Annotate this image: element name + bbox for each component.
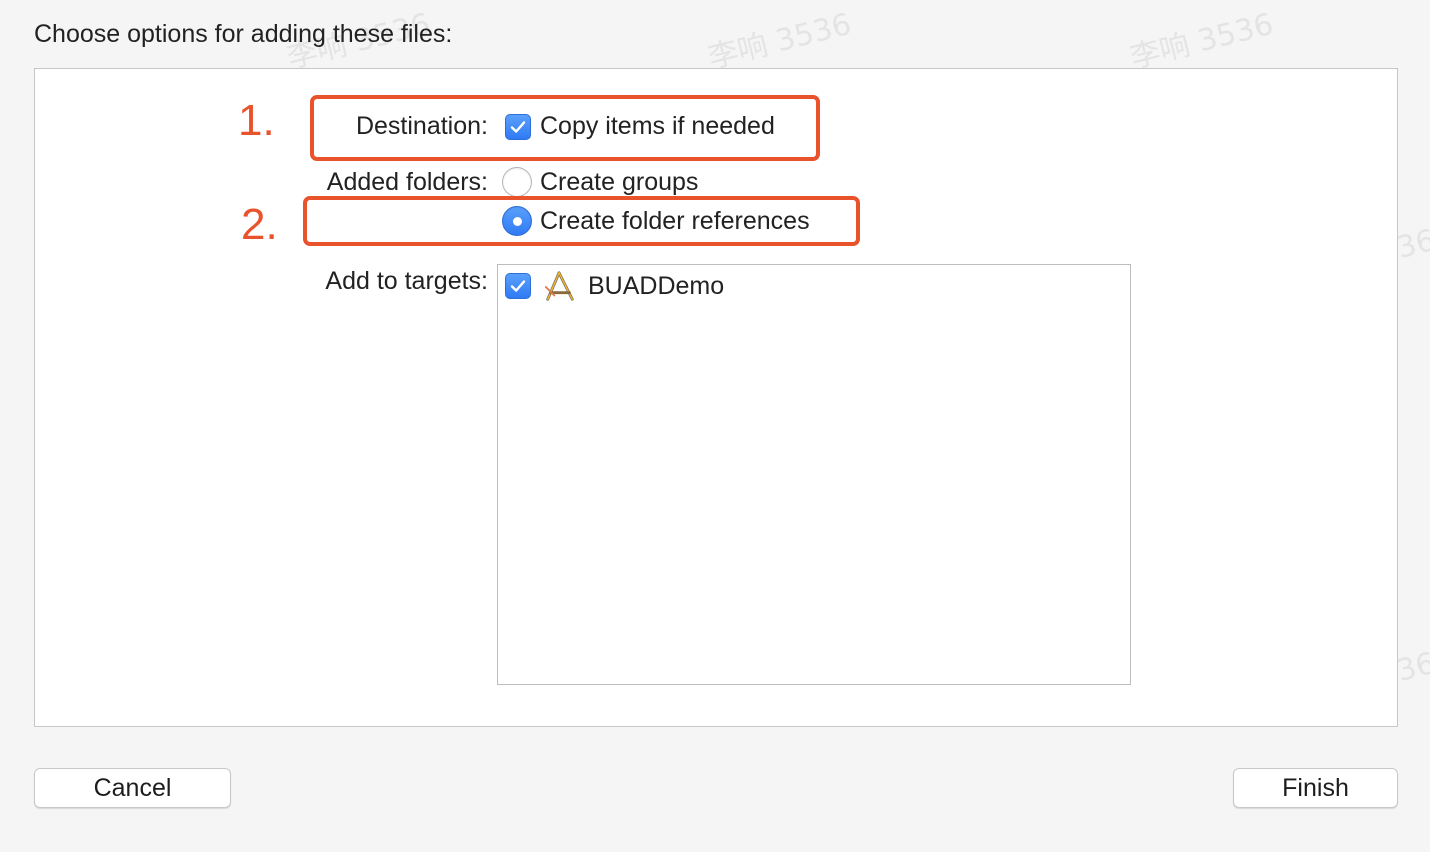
watermark: 李响 3536 [704, 6, 855, 77]
targets-list[interactable]: BUADDemo [497, 264, 1131, 685]
create-folder-references-radio[interactable] [502, 206, 532, 236]
finish-button[interactable]: Finish [1233, 768, 1398, 808]
watermark: 李响 3536 [1126, 6, 1277, 77]
create-folder-references-label[interactable]: Create folder references [540, 207, 810, 236]
destination-label: Destination: [355, 112, 488, 140]
target-name: BUADDemo [588, 272, 725, 300]
checkmark-icon [510, 280, 526, 292]
added-folders-label: Added folders: [326, 168, 488, 196]
create-groups-radio[interactable] [502, 167, 532, 197]
cancel-button[interactable]: Cancel [34, 768, 231, 808]
annotation-number-2: 2. [241, 200, 278, 249]
target-checkbox[interactable] [505, 273, 531, 299]
annotation-number-1: 1. [238, 96, 275, 145]
copy-items-checkbox[interactable] [505, 114, 531, 140]
list-item[interactable]: BUADDemo [498, 265, 1130, 309]
create-groups-label[interactable]: Create groups [540, 168, 698, 197]
xcode-app-icon [544, 271, 574, 301]
dialog-title: Choose options for adding these files: [34, 20, 453, 48]
add-to-targets-label: Add to targets: [325, 267, 488, 295]
add-files-dialog: 李响 3536 李响 3536 李响 3536 李响 3536 李响 3536 … [0, 0, 1430, 852]
checkmark-icon [510, 121, 526, 133]
copy-items-label[interactable]: Copy items if needed [540, 112, 775, 141]
